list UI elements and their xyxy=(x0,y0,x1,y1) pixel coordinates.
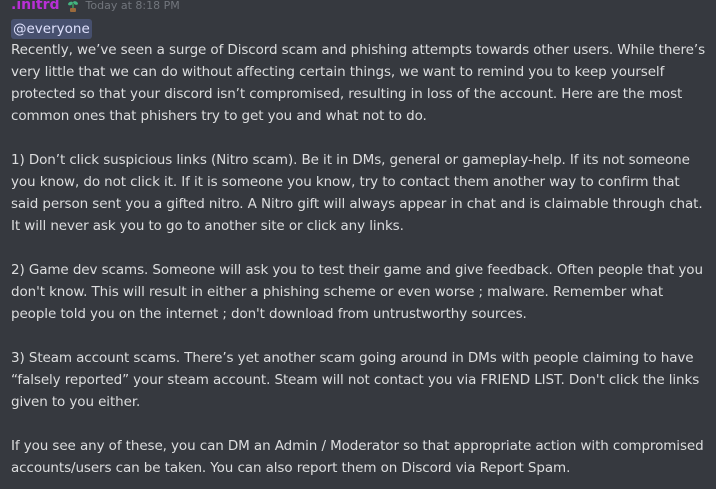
message-header: .initrd Today at 8:18 PM xyxy=(11,0,180,15)
author-username[interactable]: .initrd xyxy=(11,0,60,13)
plant-sprout-icon xyxy=(66,0,80,12)
everyone-mention[interactable]: @everyone xyxy=(11,19,92,39)
message-paragraph-game-dev-scam: 2) Game dev scams. Someone will ask you … xyxy=(11,262,703,322)
message-content: @everyone Recently, we’ve seen a surge o… xyxy=(11,17,711,479)
message-paragraph-intro: Recently, we’ve seen a surge of Discord … xyxy=(11,42,705,124)
message-paragraph-report: If you see any of these, you can DM an A… xyxy=(11,438,704,476)
message-paragraph-steam-scam: 3) Steam account scams. There’s yet anot… xyxy=(11,350,700,410)
message-paragraph-nitro-scam: 1) Don’t click suspicious links (Nitro s… xyxy=(11,152,703,234)
message-timestamp: Today at 8:18 PM xyxy=(85,0,180,12)
chat-message: .initrd Today at 8:18 PM @everyone Recen… xyxy=(0,0,716,489)
